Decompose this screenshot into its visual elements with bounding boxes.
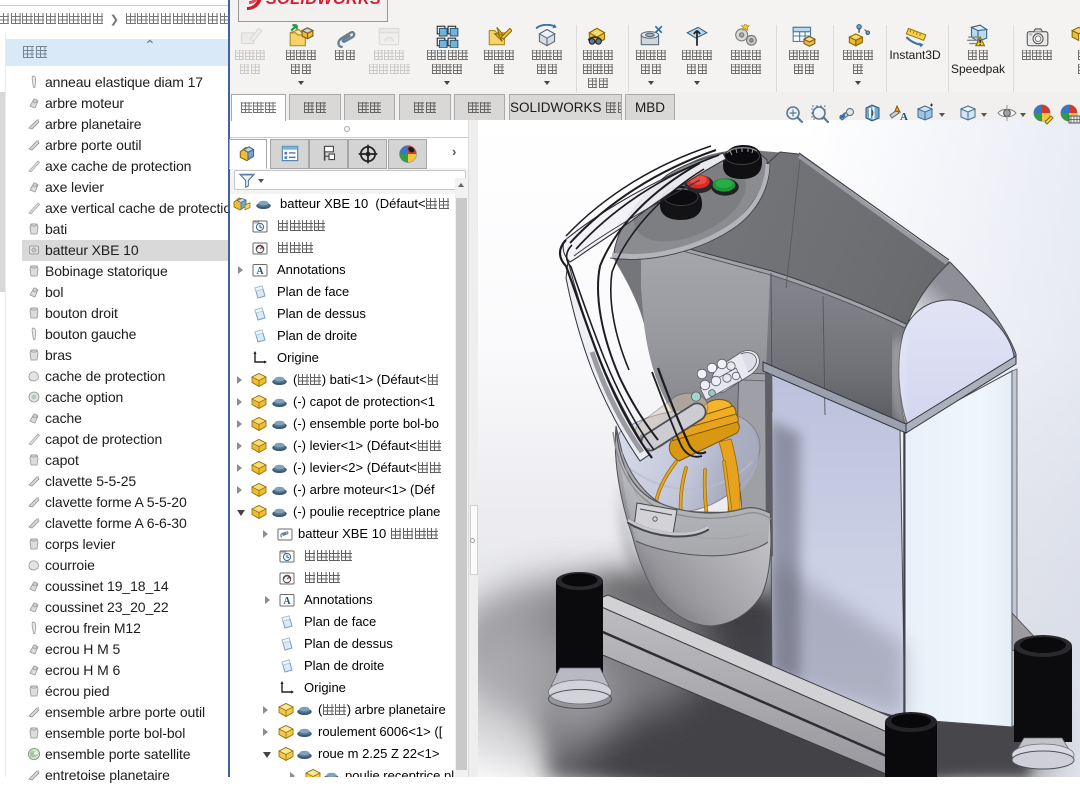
svg-text:A: A xyxy=(900,111,908,123)
